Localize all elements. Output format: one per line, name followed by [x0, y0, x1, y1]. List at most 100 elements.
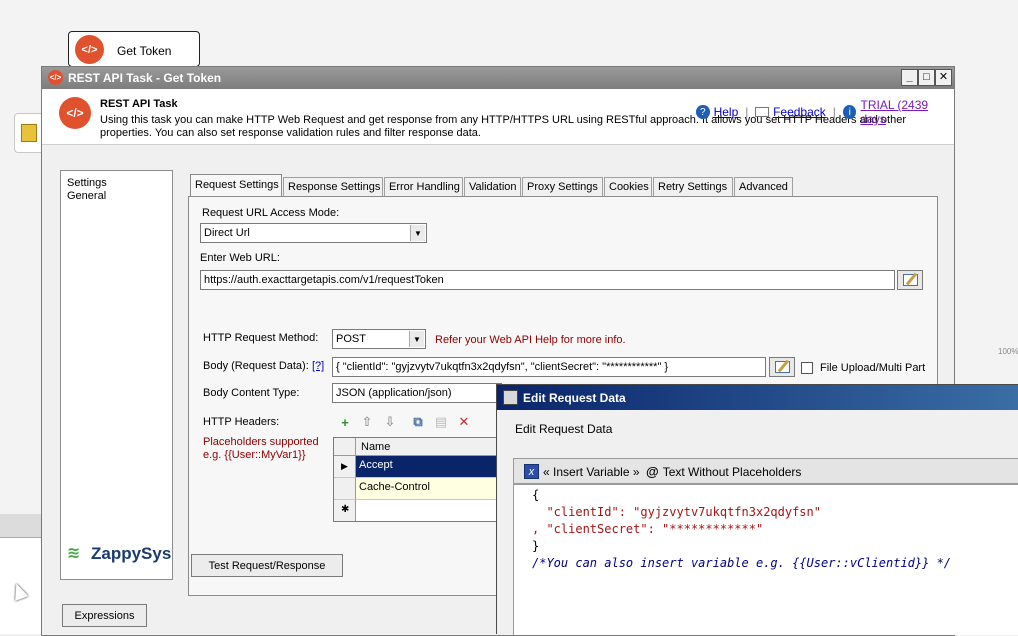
- edit-icon: [774, 361, 790, 373]
- test-request-button[interactable]: Test Request/Response: [191, 554, 343, 577]
- tab-advanced[interactable]: Advanced: [734, 177, 793, 197]
- code-line: {: [532, 488, 540, 502]
- move-up-icon[interactable]: ⇧: [359, 414, 375, 430]
- access-mode-label: Request URL Access Mode:: [202, 207, 340, 219]
- nav-item-settings[interactable]: Settings: [67, 177, 166, 190]
- tab-request-settings[interactable]: Request Settings: [190, 174, 282, 197]
- edit-icon: [902, 274, 918, 286]
- table-row[interactable]: [356, 500, 497, 521]
- headers-label: HTTP Headers:: [203, 416, 280, 428]
- delete-header-icon[interactable]: ✕: [456, 414, 472, 430]
- info-icon: i: [842, 105, 857, 119]
- move-down-icon[interactable]: ⇩: [382, 414, 398, 430]
- tab-proxy-settings[interactable]: Proxy Settings: [522, 177, 603, 197]
- dialog-title: REST API Task - Get Token: [68, 71, 222, 85]
- table-row[interactable]: Cache-Control: [356, 478, 497, 500]
- url-label: Enter Web URL:: [200, 252, 280, 264]
- rest-api-icon: </>: [48, 70, 63, 85]
- file-upload-label: File Upload/Multi Part: [820, 362, 926, 374]
- body-input[interactable]: { "clientId": "gyjzvytv7ukqtfn3x2qdyfsn"…: [332, 357, 766, 377]
- method-value: POST: [336, 333, 366, 345]
- help-icon: ?: [696, 105, 710, 119]
- url-input[interactable]: https://auth.exacttargetapis.com/v1/requ…: [200, 270, 895, 290]
- edit-body-button[interactable]: [769, 357, 795, 377]
- rest-api-icon: </>: [59, 97, 91, 129]
- tab-response-settings[interactable]: Response Settings: [283, 177, 383, 197]
- method-select[interactable]: POST ▼: [332, 329, 426, 349]
- left-panel-header: [0, 514, 42, 538]
- request-data-editor[interactable]: { "clientId": "gyjzvytv7ukqtfn3x2qdyfsn"…: [513, 484, 1018, 635]
- dialog-header: </> REST API Task Using this task you ca…: [42, 89, 954, 145]
- tab-cookies[interactable]: Cookies: [604, 177, 652, 197]
- task-box-label: Get Token: [117, 44, 172, 58]
- get-token-task-box[interactable]: </> Get Token: [68, 31, 200, 67]
- zappysys-logo: ≋ ZappySys: [67, 544, 171, 564]
- toolbox-icon: [21, 124, 37, 142]
- logo-text: ZappySys: [91, 544, 172, 563]
- link-separator: |: [745, 105, 749, 119]
- tab-validation[interactable]: Validation: [464, 177, 521, 197]
- content-type-select[interactable]: JSON (application/json): [332, 383, 502, 403]
- code-line: , "clientSecret": "************": [532, 522, 764, 536]
- text-without-placeholders-label: Text Without Placeholders: [662, 464, 802, 479]
- window-icon: [503, 390, 518, 405]
- variable-icon: x: [524, 464, 539, 479]
- close-button[interactable]: ✕: [935, 69, 952, 86]
- edit-request-data-dialog: Edit Request Data Edit Request Data x « …: [496, 384, 1018, 635]
- mail-icon: [755, 107, 770, 117]
- edit-toolbar: x « Insert Variable » @ Text Without Pla…: [513, 458, 1018, 484]
- minimize-button[interactable]: _: [901, 69, 918, 86]
- table-row[interactable]: Accept: [356, 456, 497, 478]
- at-icon: @: [646, 464, 659, 479]
- text-without-placeholders-button[interactable]: @ Text Without Placeholders: [646, 464, 801, 479]
- new-row-icon: ✱: [341, 504, 350, 515]
- code-line: "clientId": "gyjzvytv7ukqtfn3x2qdyfsn": [532, 505, 821, 519]
- zoom-indicator: 100%: [998, 347, 1018, 356]
- headers-grid: Name ▶ Accept Cache-Control ✱: [333, 437, 498, 522]
- content-type-label: Body Content Type:: [203, 387, 300, 399]
- insert-variable-label: « Insert Variable »: [543, 464, 640, 479]
- copy-icon[interactable]: ⧉: [410, 414, 426, 430]
- tab-retry-settings[interactable]: Retry Settings: [653, 177, 733, 197]
- nav-item-general[interactable]: General: [67, 190, 166, 203]
- method-hint: Refer your Web API Help for more info.: [435, 334, 626, 346]
- row-header[interactable]: ▶: [334, 456, 356, 478]
- settings-nav: Settings General: [60, 170, 173, 580]
- grid-corner: [334, 438, 356, 456]
- edit-dialog-title: Edit Request Data: [523, 391, 626, 405]
- current-row-icon: ▶: [341, 461, 348, 471]
- body-label: Body (Request Data):: [203, 360, 309, 372]
- insert-variable-button[interactable]: x « Insert Variable »: [524, 464, 640, 479]
- code-line: /*You can also insert variable e.g. {{Us…: [532, 556, 952, 570]
- body-help-link[interactable]: [?]: [312, 360, 324, 372]
- grid-header: Name: [334, 438, 497, 456]
- access-mode-value: Direct Url: [204, 227, 250, 239]
- access-mode-select[interactable]: Direct Url ▼: [200, 223, 427, 243]
- add-header-icon[interactable]: +: [337, 414, 353, 430]
- link-separator: |: [832, 105, 836, 119]
- edit-url-button[interactable]: [897, 270, 923, 290]
- header-title: REST API Task: [100, 98, 178, 110]
- header-links: ? Help | Feedback | i TRIAL (2439 days: [696, 98, 954, 126]
- grid-column-name: Name: [361, 441, 391, 453]
- file-upload-checkbox[interactable]: [801, 362, 813, 374]
- edit-dialog-titlebar[interactable]: Edit Request Data: [497, 385, 1018, 410]
- trial-link[interactable]: TRIAL (2439 days: [860, 98, 954, 126]
- maximize-button[interactable]: □: [918, 69, 935, 86]
- dialog-titlebar[interactable]: </> REST API Task - Get Token _ □ ✕: [42, 67, 954, 89]
- row-header[interactable]: ✱: [334, 500, 356, 521]
- dropdown-arrow-icon[interactable]: ▼: [409, 331, 424, 347]
- method-label: HTTP Request Method:: [203, 332, 319, 344]
- feedback-link[interactable]: Feedback: [773, 105, 826, 119]
- paste-icon[interactable]: ▤: [433, 414, 449, 430]
- wifi-logo-icon: ≋: [67, 545, 81, 562]
- placeholders-hint: Placeholders supported e.g. {{User::MyVa…: [203, 436, 319, 461]
- toolbox-tab[interactable]: [14, 113, 44, 153]
- dropdown-arrow-icon[interactable]: ▼: [410, 225, 425, 241]
- row-header[interactable]: [334, 478, 356, 500]
- code-line: }: [532, 539, 540, 553]
- help-link[interactable]: Help: [714, 105, 739, 119]
- expressions-button[interactable]: Expressions: [62, 604, 147, 627]
- rest-api-icon: </>: [75, 35, 104, 64]
- tab-error-handling[interactable]: Error Handling: [384, 177, 463, 197]
